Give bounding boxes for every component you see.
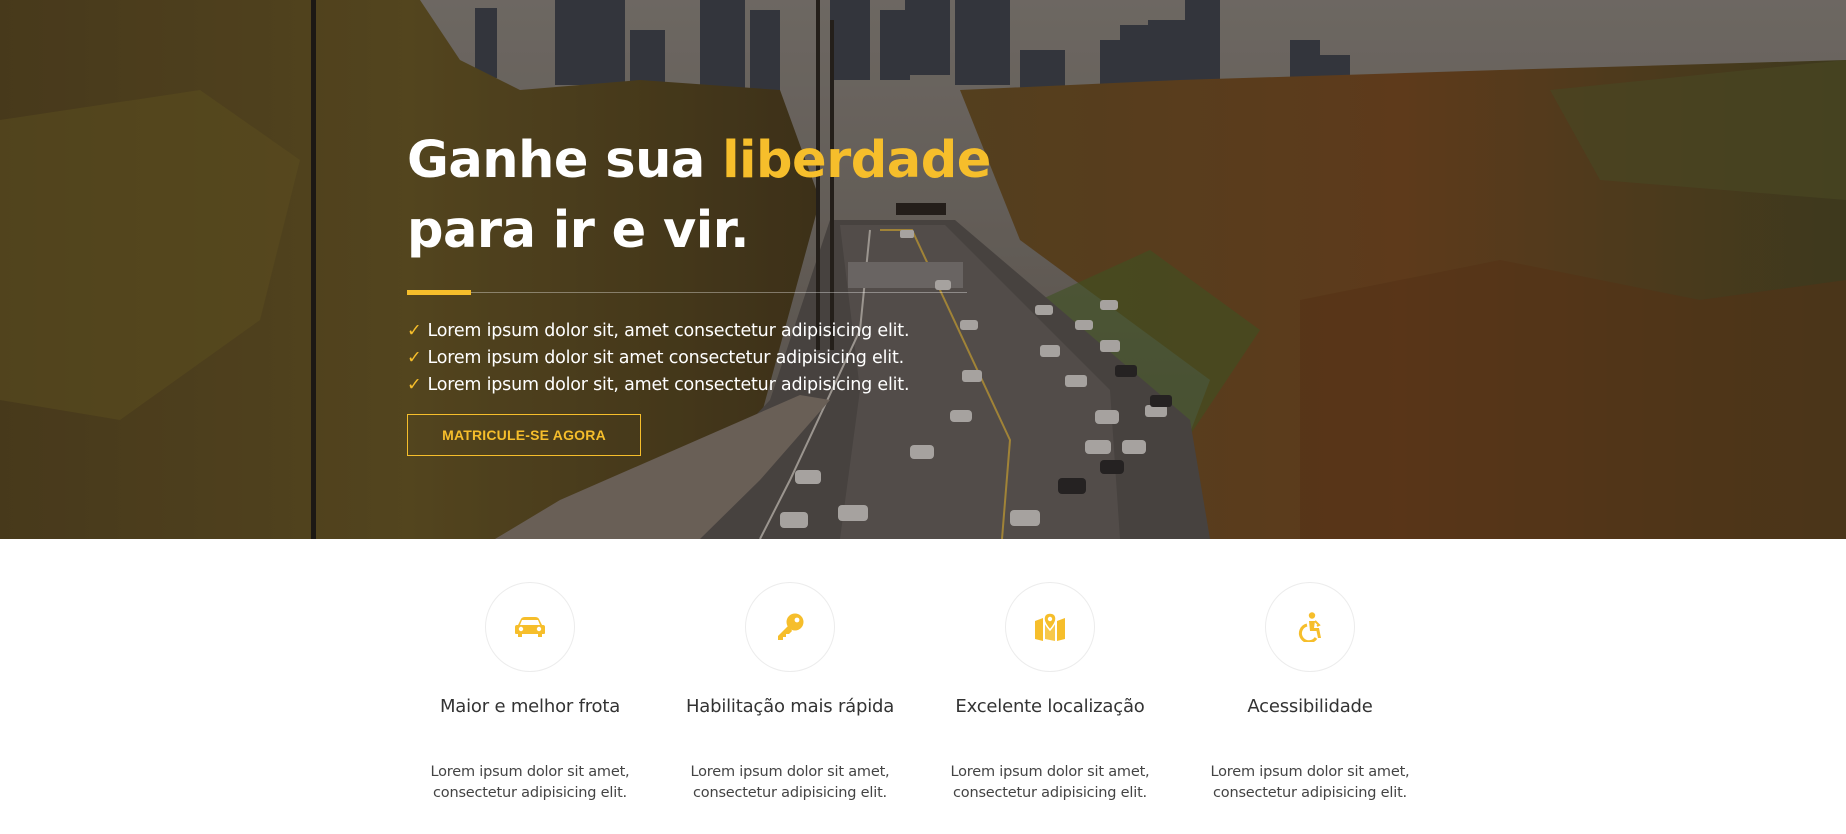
features-section: Maior e melhor frota Lorem ipsum dolor s… [0, 539, 1846, 834]
hero-checklist: ✓ Lorem ipsum dolor sit, amet consectetur… [407, 318, 1047, 399]
feature-description-line: Lorem ipsum dolor sit amet, [1210, 764, 1410, 780]
hero-divider [407, 290, 967, 295]
checklist-item-text: Lorem ipsum dolor sit, amet consectetur … [427, 375, 910, 395]
feature-title: Habilitação mais rápida [685, 696, 895, 717]
hero-heading: Ganhe sua liberdade para ir e vir. [407, 126, 1047, 266]
feature-icon-circle [485, 582, 575, 672]
car-icon [515, 617, 545, 637]
hero-section: Ganhe sua liberdade para ir e vir. ✓ Lore… [0, 0, 1846, 539]
feature-title: Excelente localização [955, 696, 1145, 717]
divider-line [471, 292, 967, 293]
feature-description-line: consectetur adipisicing elit. [1213, 785, 1407, 801]
feature-title: Acessibilidade [1247, 696, 1373, 717]
map-marker-icon [1035, 613, 1065, 641]
feature-description-line: Lorem ipsum dolor sit amet, [690, 764, 890, 780]
feature-description: Lorem ipsum dolor sit amet, consectetur … [400, 762, 660, 804]
hero-content: Ganhe sua liberdade para ir e vir. ✓ Lore… [407, 126, 1047, 456]
hero-heading-accent: liberdade [722, 131, 991, 190]
hero-heading-part1: Ganhe sua [407, 131, 723, 190]
feature-description-line: Lorem ipsum dolor sit amet, [430, 764, 630, 780]
divider-accent-bar [407, 290, 471, 295]
feature-icon-circle [1005, 582, 1095, 672]
feature-description-line: Lorem ipsum dolor sit amet, [950, 764, 1150, 780]
feature-icon-circle [1265, 582, 1355, 672]
feature-description-line: consectetur adipisicing elit. [693, 785, 887, 801]
hero-heading-part2: para ir e vir. [407, 201, 749, 260]
feature-description-line: consectetur adipisicing elit. [953, 785, 1147, 801]
check-icon: ✓ [407, 348, 422, 368]
enroll-now-button[interactable]: MATRICULE-SE AGORA [407, 414, 641, 456]
check-icon: ✓ [407, 321, 422, 341]
key-icon [778, 613, 804, 640]
feature-icon-circle [745, 582, 835, 672]
feature-description: Lorem ipsum dolor sit amet, consectetur … [660, 762, 920, 804]
accessibility-icon [1298, 612, 1321, 642]
checklist-item: ✓ Lorem ipsum dolor sit, amet consectetur… [407, 372, 1047, 399]
check-icon: ✓ [407, 375, 422, 395]
checklist-item: ✓ Lorem ipsum dolor sit, amet consectetur… [407, 318, 1047, 345]
feature-description-line: consectetur adipisicing elit. [433, 785, 627, 801]
checklist-item-text: Lorem ipsum dolor sit amet consectetur a… [427, 348, 904, 368]
feature-description: Lorem ipsum dolor sit amet, consectetur … [1180, 762, 1440, 804]
feature-title: Maior e melhor frota [439, 696, 621, 717]
feature-description: Lorem ipsum dolor sit amet, consectetur … [920, 762, 1180, 804]
checklist-item: ✓ Lorem ipsum dolor sit amet consectetur … [407, 345, 1047, 372]
checklist-item-text: Lorem ipsum dolor sit, amet consectetur … [427, 321, 910, 341]
